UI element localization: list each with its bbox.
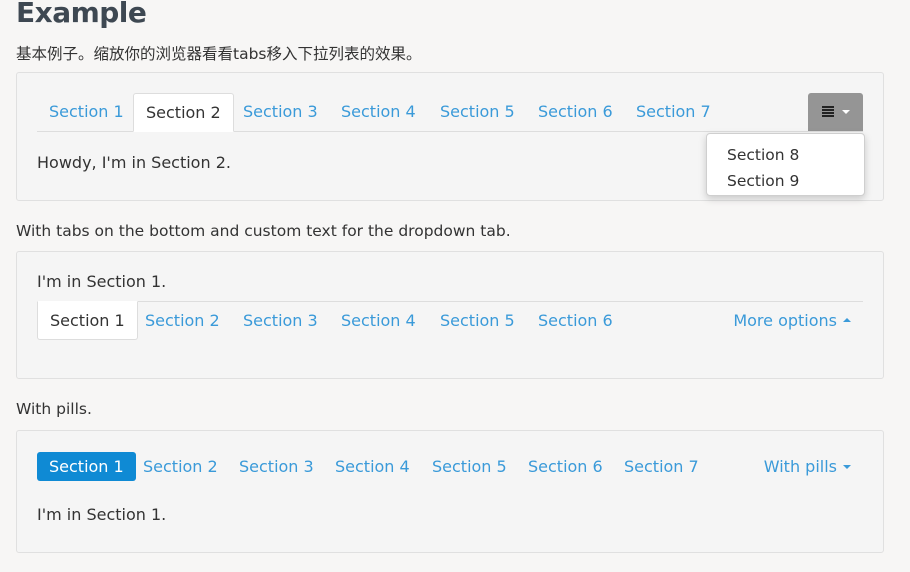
tab-section-2[interactable]: Section 2: [133, 93, 234, 132]
example3-pill-bar: Section 1 Section 2 Section 3 Section 4 …: [37, 452, 863, 481]
caret-down-icon: [843, 464, 851, 469]
example2-tab-bar: Section 1 Section 2 Section 3 Section 4 …: [37, 301, 863, 340]
caret-up-icon: [843, 317, 851, 322]
example2-content: I'm in Section 1.: [37, 272, 167, 291]
dropdown-item-section-9[interactable]: Section 9: [707, 168, 864, 194]
example1-content: Howdy, I'm in Section 2.: [37, 153, 231, 172]
with-pills-label: With pills: [763, 457, 837, 476]
example3-panel: Section 1 Section 2 Section 3 Section 4 …: [16, 430, 884, 553]
dropdown-toggle-button[interactable]: [808, 93, 863, 131]
pill-section-5[interactable]: Section 5: [420, 452, 519, 481]
dropdown-item-section-8[interactable]: Section 8: [707, 142, 864, 168]
tab-section-7[interactable]: Section 7: [624, 93, 723, 131]
more-options-tab[interactable]: More options: [721, 302, 863, 340]
example2-panel: I'm in Section 1. Section 1 Section 2 Se…: [16, 251, 884, 379]
example1-tab-bar: Section 1 Section 2 Section 3 Section 4 …: [37, 93, 863, 132]
with-pills-dropdown[interactable]: With pills: [752, 452, 863, 481]
tab-bottom-section-4[interactable]: Section 4: [329, 302, 428, 340]
tab-section-1[interactable]: Section 1: [37, 93, 136, 131]
page-description: 基本例子。缩放你的浏览器看看tabs移入下拉列表的效果。: [16, 45, 422, 63]
list-bars-icon: [822, 106, 834, 117]
example3-description: With pills.: [16, 400, 92, 418]
dropdown-menu: Section 8 Section 9: [706, 133, 865, 196]
tab-bottom-section-2[interactable]: Section 2: [133, 302, 232, 340]
tab-bottom-section-3[interactable]: Section 3: [231, 302, 330, 340]
pill-section-4[interactable]: Section 4: [323, 452, 422, 481]
pill-section-6[interactable]: Section 6: [516, 452, 615, 481]
tab-section-3[interactable]: Section 3: [231, 93, 330, 131]
page-title: Example: [16, 0, 147, 29]
tab-section-6[interactable]: Section 6: [526, 93, 625, 131]
pill-section-2[interactable]: Section 2: [131, 452, 230, 481]
tab-bottom-section-1[interactable]: Section 1: [37, 301, 138, 340]
example2-description: With tabs on the bottom and custom text …: [16, 222, 511, 240]
pill-section-3[interactable]: Section 3: [227, 452, 326, 481]
tab-bottom-section-6[interactable]: Section 6: [526, 302, 625, 340]
pill-section-1[interactable]: Section 1: [37, 452, 136, 481]
tab-section-4[interactable]: Section 4: [329, 93, 428, 131]
example3-content: I'm in Section 1.: [37, 505, 167, 524]
tab-bottom-section-5[interactable]: Section 5: [428, 302, 527, 340]
tab-section-5[interactable]: Section 5: [428, 93, 527, 131]
more-options-label: More options: [733, 311, 837, 330]
pill-section-7[interactable]: Section 7: [612, 452, 711, 481]
caret-down-icon: [842, 110, 850, 114]
